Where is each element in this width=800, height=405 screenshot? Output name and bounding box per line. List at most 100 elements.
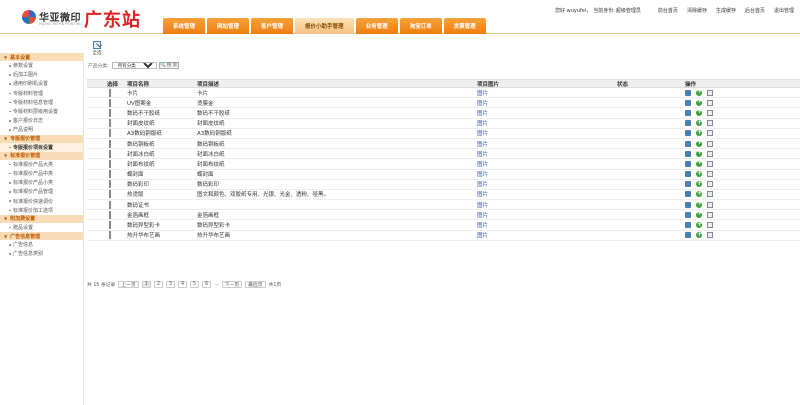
page-2[interactable]: 2 xyxy=(153,281,163,288)
sidebar-item-std-category-large[interactable]: 标准报价产品大类 xyxy=(0,160,83,169)
nav-tab-website[interactable]: 网站管理 xyxy=(207,18,250,34)
sidebar-group-ads[interactable]: ▼ 广告信息管理 xyxy=(0,232,83,240)
add-icon[interactable] xyxy=(696,180,702,188)
sidebar-item-std-quick-price[interactable]: 标准报价快速调价 xyxy=(0,196,83,205)
add-icon[interactable] xyxy=(696,210,702,218)
category-select[interactable]: 所有分类 xyxy=(111,61,157,69)
row-checkbox[interactable] xyxy=(109,190,111,199)
add-icon[interactable] xyxy=(696,221,702,229)
search-button[interactable]: 🔍 搜 索 xyxy=(158,61,179,69)
edit-tool-icon[interactable] xyxy=(685,181,691,188)
page-4[interactable]: 4 xyxy=(177,281,187,288)
add-icon[interactable] xyxy=(696,231,702,239)
edit-tool-icon[interactable] xyxy=(685,201,691,208)
document-icon[interactable] xyxy=(707,222,713,229)
row-checkbox[interactable] xyxy=(109,200,111,209)
row-checkbox[interactable] xyxy=(109,129,111,138)
row-checkbox[interactable] xyxy=(109,149,111,158)
document-icon[interactable] xyxy=(707,130,713,137)
row-checkbox[interactable] xyxy=(109,98,111,107)
select-all-button[interactable]: 全选 xyxy=(90,40,104,56)
row-checkbox[interactable] xyxy=(109,139,111,148)
logo[interactable]: 华亚微印 HUAYA WEIYIN PRINTING xyxy=(22,9,82,26)
sidebar-item-finishing-images[interactable]: 后加工图片 xyxy=(0,70,83,79)
sidebar-item-material-mgmt[interactable]: 专版材料管理 xyxy=(0,89,83,98)
link-logout[interactable]: 退出管理 xyxy=(774,7,794,14)
page-5[interactable]: 5 xyxy=(190,281,200,288)
sidebar-item-std-category-small[interactable]: 标准报价产品小类 xyxy=(0,178,83,187)
edit-tool-icon[interactable] xyxy=(685,89,691,96)
document-icon[interactable] xyxy=(707,89,713,96)
nav-tab-customer[interactable]: 客户管理 xyxy=(251,18,294,34)
add-icon[interactable] xyxy=(696,119,702,127)
row-image-link[interactable]: 图片 xyxy=(477,172,488,178)
row-checkbox[interactable] xyxy=(109,231,111,240)
document-icon[interactable] xyxy=(707,232,713,239)
row-image-link[interactable]: 图片 xyxy=(477,203,488,209)
link-build-cache[interactable]: 生成缓存 xyxy=(716,7,736,14)
sidebar-item-quote-log[interactable]: 客户报价日志 xyxy=(0,116,83,125)
next-page-button[interactable]: 下一页 xyxy=(221,281,243,288)
row-image-link[interactable]: 图片 xyxy=(477,192,488,198)
sidebar-item-std-products[interactable]: 标准报价产品管理 xyxy=(0,187,83,196)
add-icon[interactable] xyxy=(696,139,702,147)
row-checkbox[interactable] xyxy=(109,170,111,179)
document-icon[interactable] xyxy=(707,150,713,157)
sidebar-group-surcharge[interactable]: ▼ 附加费设置 xyxy=(0,214,83,223)
link-admin-home[interactable]: 后台首页 xyxy=(745,7,765,14)
row-checkbox[interactable] xyxy=(109,180,111,189)
edit-tool-icon[interactable] xyxy=(685,191,691,198)
last-page-button[interactable]: 最后页 xyxy=(245,281,266,288)
nav-tab-quote-helper[interactable]: 报价小助手管理 xyxy=(295,18,354,34)
row-image-link[interactable]: 图片 xyxy=(477,121,488,127)
row-checkbox[interactable] xyxy=(109,221,111,230)
edit-tool-icon[interactable] xyxy=(685,140,691,147)
edit-tool-icon[interactable] xyxy=(685,120,691,127)
row-checkbox[interactable] xyxy=(109,119,111,128)
sidebar-item-product-desc[interactable]: 产品说明 xyxy=(0,125,83,134)
document-icon[interactable] xyxy=(707,140,713,147)
add-icon[interactable] xyxy=(696,98,702,106)
add-icon[interactable] xyxy=(696,88,702,96)
edit-tool-icon[interactable] xyxy=(685,130,691,137)
row-image-link[interactable]: 图片 xyxy=(477,131,488,137)
row-image-link[interactable]: 图片 xyxy=(477,162,488,168)
row-image-link[interactable]: 图片 xyxy=(477,182,488,188)
nav-tab-taobao-orders[interactable]: 淘宝订单 xyxy=(399,18,442,34)
nav-tab-system[interactable]: 系统管理 xyxy=(163,18,206,34)
document-icon[interactable] xyxy=(707,120,713,127)
add-icon[interactable] xyxy=(696,190,702,198)
edit-tool-icon[interactable] xyxy=(685,211,691,218)
sidebar-item-special-project[interactable]: 专版报价项目设置 xyxy=(0,142,83,152)
sidebar-group-basic[interactable]: ▼ 基本设置 xyxy=(0,53,83,61)
sidebar-item-std-options[interactable]: 标准报价加工选项 xyxy=(0,206,83,215)
add-icon[interactable] xyxy=(696,170,702,178)
sidebar-group-special-quote[interactable]: ▼ 专版报价管理 xyxy=(0,134,83,143)
document-icon[interactable] xyxy=(707,181,713,188)
row-image-link[interactable]: 图片 xyxy=(477,101,488,107)
document-icon[interactable] xyxy=(707,191,713,198)
row-image-link[interactable]: 图片 xyxy=(477,111,488,117)
add-icon[interactable] xyxy=(696,200,702,208)
edit-tool-icon[interactable] xyxy=(685,109,691,116)
sidebar-item-std-category-mid[interactable]: 标准报价产品中类 xyxy=(0,169,83,178)
edit-tool-icon[interactable] xyxy=(685,232,691,239)
prev-page-button[interactable]: 上一页 xyxy=(118,281,139,288)
nav-tab-business[interactable]: 业务管理 xyxy=(355,18,398,34)
page-6[interactable]: 6 xyxy=(202,281,212,288)
row-checkbox[interactable] xyxy=(109,108,111,117)
row-image-link[interactable]: 图片 xyxy=(477,142,488,148)
sidebar-item-material-level[interactable]: 专版材料层级用设置 xyxy=(0,107,83,116)
page-3[interactable]: 3 xyxy=(165,281,175,288)
add-icon[interactable] xyxy=(696,159,702,167)
row-checkbox[interactable] xyxy=(109,210,111,219)
row-image-link[interactable]: 图片 xyxy=(477,152,488,158)
edit-tool-icon[interactable] xyxy=(685,99,691,106)
edit-tool-icon[interactable] xyxy=(685,150,691,157)
sidebar-item-ad-category[interactable]: 广告信息类别 xyxy=(0,249,83,258)
document-icon[interactable] xyxy=(707,160,713,167)
row-image-link[interactable]: 图片 xyxy=(477,91,488,97)
row-checkbox[interactable] xyxy=(109,159,111,168)
edit-tool-icon[interactable] xyxy=(685,222,691,229)
document-icon[interactable] xyxy=(707,99,713,106)
